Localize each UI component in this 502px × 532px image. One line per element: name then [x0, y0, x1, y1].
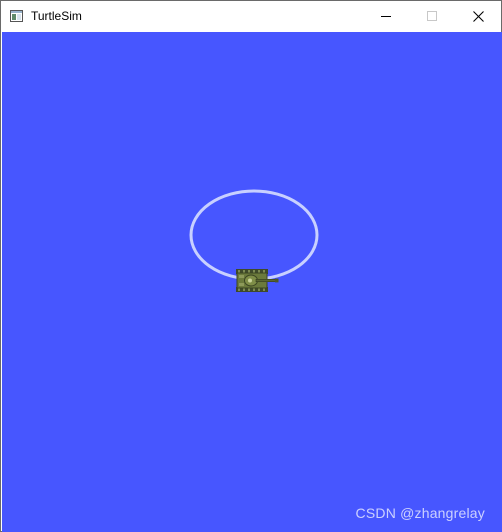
close-button[interactable] [455, 1, 501, 31]
minimize-icon [381, 16, 391, 17]
maximize-icon [427, 11, 437, 21]
watermark-text: CSDN @zhangrelay [355, 505, 485, 521]
close-icon [472, 10, 484, 22]
maximize-button[interactable] [409, 1, 455, 31]
window-title: TurtleSim [31, 9, 82, 23]
turtlesim-app-icon [10, 10, 23, 22]
title-bar[interactable]: TurtleSim [1, 1, 501, 31]
minimize-button[interactable] [363, 1, 409, 31]
turtlesim-window: TurtleSim CSDN @zhangrelay [0, 0, 502, 532]
turtle-canvas[interactable] [2, 32, 502, 532]
